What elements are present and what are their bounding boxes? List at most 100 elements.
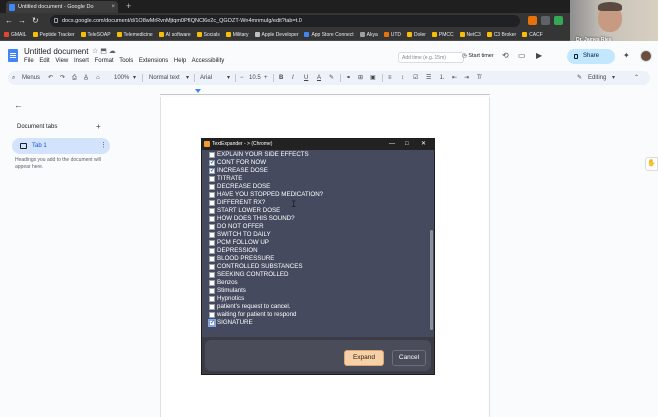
checkbox[interactable] [209,296,215,302]
checklist-icon[interactable]: ☑ [413,71,418,85]
close-tab-icon[interactable]: × [111,1,115,13]
bookmark[interactable]: Military [225,29,249,40]
dialog-minimize-button[interactable]: — [389,139,395,150]
checkbox[interactable] [209,152,215,158]
document-title[interactable]: Untitled document [24,47,88,56]
menu-accessibility[interactable]: Accessibility [192,58,225,64]
checkbox[interactable] [209,312,215,318]
clear-formatting-icon[interactable]: T̸ [477,71,481,85]
chevron-up-icon[interactable]: ⌃ [634,71,639,85]
underline-button[interactable]: U [304,71,308,85]
highlight-icon[interactable]: ✎ [329,71,334,85]
menu-help[interactable]: Help [174,58,186,64]
start-timer-button[interactable]: ◷ Start timer [462,53,494,59]
checkbox[interactable] [209,248,215,254]
bold-button[interactable]: B [279,71,283,85]
checkbox[interactable] [209,216,215,222]
font-select[interactable]: Arial [200,71,212,85]
editing-mode-select[interactable]: Editing [588,71,606,85]
bookmark[interactable]: Peptide Tracker [32,29,75,40]
checkbox[interactable] [209,264,215,270]
ruler[interactable] [160,89,490,95]
menu-view[interactable]: View [55,58,68,64]
checkbox[interactable] [209,256,215,262]
style-select[interactable]: Normal text [149,71,180,85]
bookmark[interactable]: CACF [522,29,543,40]
bookmark[interactable]: C3 Broker [486,29,516,40]
gemini-icon[interactable]: ✦ [623,51,630,60]
checkbox[interactable] [209,232,215,238]
zoom-select[interactable]: 100% [114,71,129,85]
checkbox[interactable] [209,304,215,310]
redo-icon[interactable]: ↷ [60,71,65,85]
bookmark[interactable]: Apple Developer [254,29,298,40]
menu-extensions[interactable]: Extensions [139,58,168,64]
dialog-close-button[interactable]: ✕ [421,139,426,150]
checkbox[interactable] [209,159,215,167]
share-button[interactable]: Share [567,49,615,64]
side-panel-tab-icon[interactable]: ✋ [645,157,658,171]
close-outline-button[interactable]: ← [14,100,23,110]
extension-icon[interactable] [528,16,537,25]
avatar[interactable] [640,50,652,62]
menu-format[interactable]: Format [95,58,114,64]
checkbox[interactable] [208,319,216,327]
bookmark[interactable]: UTD [383,29,401,40]
bookmark[interactable]: AI software [158,29,191,40]
expand-button[interactable]: Expand [344,350,384,366]
text-color-button[interactable]: A [317,71,321,85]
line-spacing-icon[interactable]: ↕ [401,71,404,85]
checkbox[interactable] [209,272,215,278]
checkbox[interactable] [209,240,215,246]
checkbox[interactable] [209,200,215,206]
font-size-increase[interactable]: + [264,71,268,85]
forward-button[interactable]: → [18,15,26,27]
dialog-titlebar[interactable]: TextExpander - > (Chrome) — □ ✕ [202,139,434,150]
spellcheck-icon[interactable]: A̲ [84,71,88,85]
scrollbar-thumb[interactable] [430,230,433,330]
undo-icon[interactable]: ↶ [48,71,53,85]
menu-file[interactable]: File [24,58,34,64]
numbered-list-icon[interactable]: ⒈ [439,71,445,85]
sidebar-item-tab-1[interactable]: Tab 1 ⋮ [12,138,110,154]
star-move-cloud-icons[interactable]: ☆ ⬒ ☁ [92,47,116,55]
checkbox[interactable] [209,167,215,175]
image-icon[interactable]: ▣ [370,71,376,85]
menu-tools[interactable]: Tools [119,58,133,64]
bookmark[interactable]: Socials [196,29,220,40]
checkbox[interactable] [209,280,215,286]
indent-decrease-icon[interactable]: ⇤ [452,71,457,85]
address-bar[interactable]: docs.google.com/document/d/1O8wMrRvnMjtq… [50,15,520,27]
bulleted-list-icon[interactable]: ☰ [426,71,431,85]
new-tab-button[interactable]: + [126,0,131,12]
docs-logo-icon[interactable] [8,49,18,62]
menus-button[interactable]: Menus [22,71,40,85]
align-icon[interactable]: ≡ [388,71,392,85]
cancel-button[interactable]: Cancel [392,350,426,366]
font-size-decrease[interactable]: − [240,71,244,85]
print-icon[interactable]: ⎙ [72,71,77,85]
bookmark[interactable]: Telemedicine [116,29,153,40]
meet-icon[interactable]: ▶ [536,51,542,60]
reload-button[interactable]: ↻ [32,15,39,27]
checkbox[interactable] [209,184,215,190]
bookmark[interactable]: App Store Connect [304,29,354,40]
font-size-input[interactable]: 10.5 [249,71,261,85]
bookmark[interactable]: GMAIL [4,29,27,40]
add-tab-button[interactable]: + [96,122,101,131]
indent-increase-icon[interactable]: ⇥ [464,71,469,85]
dialog-maximize-button[interactable]: □ [405,139,409,150]
bookmark[interactable]: Akya [359,29,378,40]
paint-format-icon[interactable]: ⌂ [96,71,100,85]
bookmark[interactable]: NetC3 [459,29,481,40]
scrollbar[interactable] [429,150,434,337]
bookmark[interactable]: PMCC [431,29,454,40]
indent-marker[interactable] [195,89,201,93]
checkbox[interactable] [209,288,215,294]
back-button[interactable]: ← [5,15,13,27]
more-options-icon[interactable]: ⋮ [100,138,107,154]
search-icon[interactable]: ⌕ [12,71,15,85]
bookmark[interactable]: TeleSOAP [80,29,111,40]
menu-insert[interactable]: Insert [74,58,89,64]
italic-button[interactable]: I [292,71,294,85]
